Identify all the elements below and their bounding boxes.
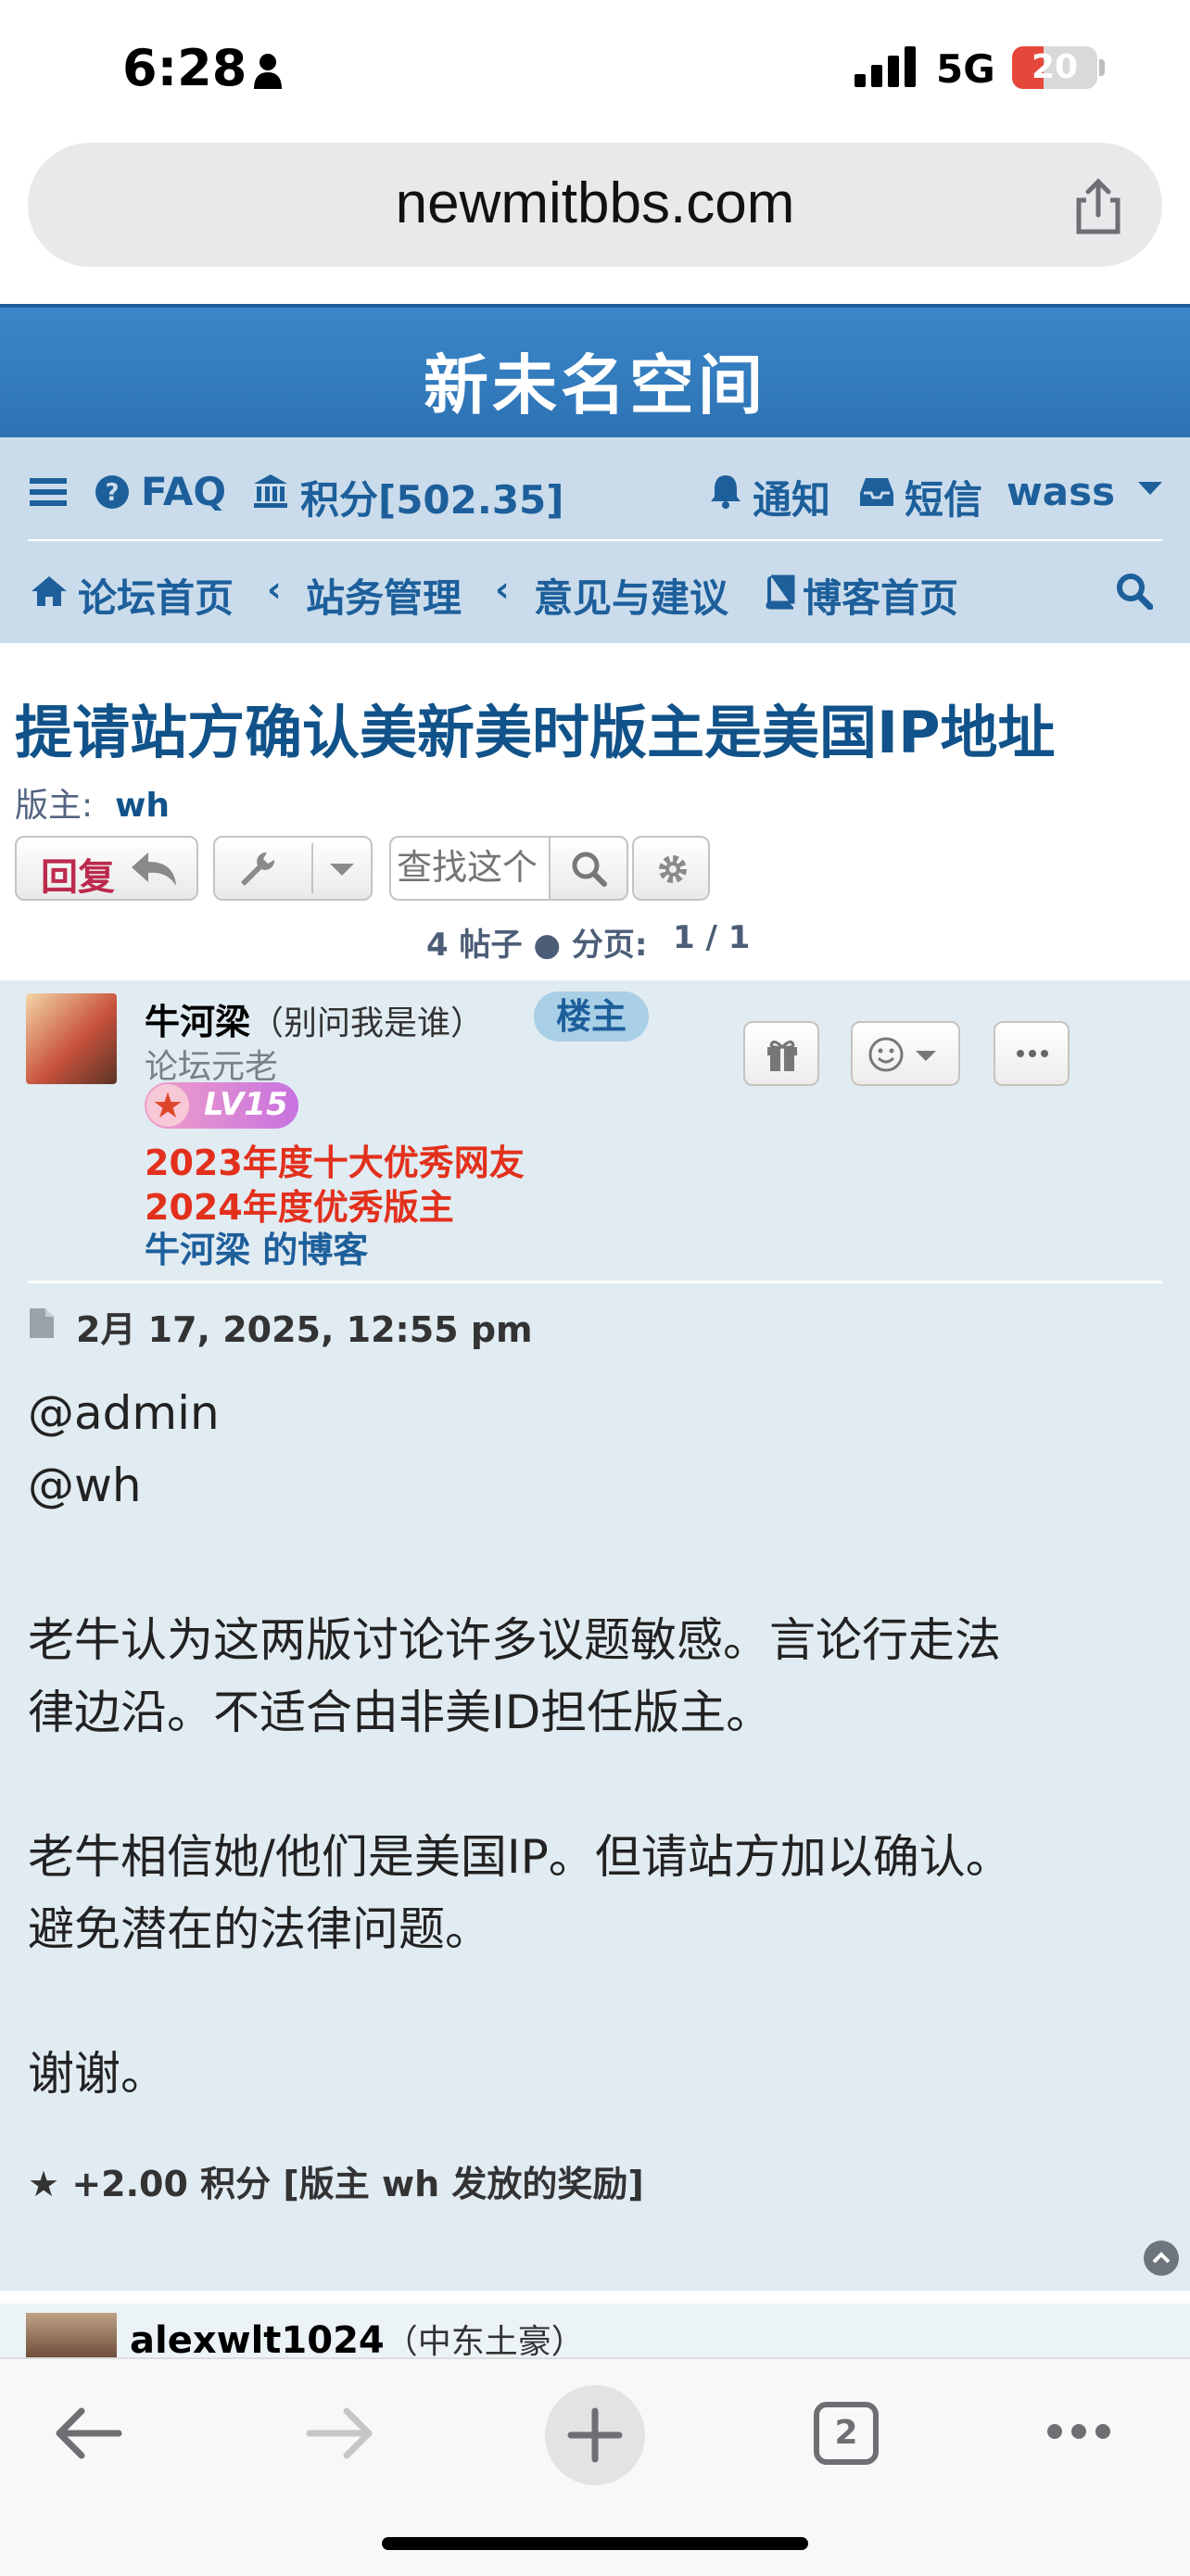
plus-icon — [567, 2407, 623, 2463]
url-text: newmitbbs.com — [395, 171, 795, 235]
status-time: 6:28 — [122, 39, 247, 97]
author-note: （中东土豪） — [384, 2323, 585, 2361]
new-tab-button[interactable] — [545, 2385, 645, 2485]
wrench-icon — [241, 852, 275, 886]
post-line: 老牛相信她/他们是美国IP。但请站方加以确认。 — [28, 1830, 1012, 1884]
bell-icon — [711, 475, 741, 509]
gear-icon — [659, 855, 687, 883]
moderators: 版主: wh — [15, 778, 170, 827]
breadcrumb-feedback[interactable]: 意见与建议 — [534, 567, 728, 624]
topic-search-field[interactable] — [389, 836, 554, 901]
topic-title[interactable]: 提请站方确认美新美时版主是美国IP地址 — [15, 686, 1056, 769]
caret-down-icon — [330, 864, 354, 876]
back-to-top-button[interactable] — [1144, 2241, 1179, 2276]
points-link[interactable]: 积分[502.35] — [300, 469, 563, 525]
gift-button[interactable] — [743, 1021, 819, 1086]
post-line: 谢谢。 — [28, 2047, 167, 2101]
post-count: 4 帖子 ● 分页: — [426, 927, 648, 964]
battery-percent: 20 — [1031, 48, 1079, 86]
op-badge: 楼主 — [534, 991, 649, 1042]
search-icon[interactable] — [1116, 573, 1153, 610]
chevron-up-icon — [1152, 2252, 1171, 2264]
advanced-search-button[interactable] — [632, 836, 710, 901]
author-blog-link[interactable]: 牛河梁 的博客 — [145, 1221, 368, 1272]
topic-tools-button[interactable] — [213, 836, 373, 901]
avatar[interactable] — [26, 2313, 117, 2359]
author-note: （别问我是谁） — [250, 1004, 485, 1042]
home-indicator — [382, 2537, 808, 2550]
chevron-left-icon: ‹ — [267, 569, 282, 610]
address-bar[interactable]: newmitbbs.com — [28, 143, 1162, 267]
site-header: 新未名空间 — [0, 304, 1190, 441]
blog-home-link[interactable]: 博客首页 — [803, 567, 958, 624]
reactions-button[interactable] — [851, 1021, 960, 1086]
svg-text:?: ? — [105, 479, 119, 507]
reply-arrow-icon — [132, 852, 176, 886]
topic-search-button[interactable] — [549, 836, 628, 901]
caret-down-icon[interactable] — [1138, 482, 1162, 497]
back-icon[interactable] — [52, 2406, 122, 2461]
battery-icon: 20 — [1012, 46, 1097, 89]
author-link[interactable]: alexwlt1024 — [130, 2319, 385, 2362]
nav-bar: ? FAQ 积分[502.35] 通知 短信 wass 论坛首页 ‹ 站务管理 … — [0, 437, 1190, 643]
signal-bars-icon — [855, 46, 916, 87]
smiley-icon — [868, 1037, 904, 1072]
chevron-left-icon: ‹ — [495, 569, 510, 610]
award-2023: 2023年度十大优秀网友 — [145, 1143, 525, 1183]
book-icon — [766, 575, 795, 610]
breadcrumb-forum-home[interactable]: 论坛首页 — [78, 567, 234, 624]
button-divider — [311, 843, 313, 893]
faq-link[interactable]: FAQ — [141, 469, 226, 514]
breadcrumb-site-admin[interactable]: 站务管理 — [306, 567, 462, 624]
page-label: 分页: — [571, 927, 648, 964]
level-badge: ★ LV15 — [145, 1082, 298, 1129]
avatar[interactable] — [26, 993, 117, 1084]
gift-icon — [767, 1041, 797, 1071]
level-text: LV15 — [204, 1086, 288, 1123]
reward-text: +2.00 积分 [版主 wh 发放的奖励] — [71, 2164, 644, 2204]
user-rank: 论坛元老 — [145, 1048, 279, 1086]
post-author: 牛河梁（别问我是谁） — [145, 993, 484, 1044]
inbox-icon — [860, 478, 893, 506]
post-divider — [28, 1281, 1162, 1283]
post-line: @admin — [28, 1386, 220, 1440]
network-type: 5G — [936, 46, 995, 92]
post-line: 律边沿。不适合由非美ID担任版主。 — [28, 1686, 773, 1739]
menu-icon[interactable] — [30, 476, 67, 508]
username-menu[interactable]: wass — [1006, 469, 1115, 514]
bank-icon — [254, 474, 287, 508]
messages-link[interactable]: 短信 — [905, 469, 982, 525]
forward-icon[interactable] — [306, 2406, 376, 2461]
site-title[interactable]: 新未名空间 — [0, 334, 1190, 427]
post-line: 避免潜在的法律问题。 — [28, 1902, 491, 1956]
more-options-button[interactable] — [994, 1021, 1070, 1086]
post-author: alexwlt1024（中东土豪） — [130, 2315, 585, 2363]
help-icon: ? — [95, 475, 129, 509]
battery-nub — [1099, 59, 1105, 76]
reply-label: 回复 — [41, 856, 115, 899]
caret-down-icon — [916, 1051, 936, 1061]
notifications-link[interactable]: 通知 — [753, 469, 830, 525]
nav-divider — [28, 539, 1162, 541]
star-icon: ★ — [146, 1084, 189, 1127]
ellipsis-icon — [1017, 1050, 1048, 1057]
person-icon — [254, 54, 282, 89]
home-icon — [32, 576, 67, 606]
reply-button[interactable]: 回复 — [15, 836, 198, 901]
post-line: 老牛认为这两版讨论许多议题敏感。言论行走法 — [28, 1613, 1001, 1667]
search-icon — [572, 852, 607, 887]
star-icon: ★ — [28, 2164, 60, 2204]
reward-line: ★ +2.00 积分 [版主 wh 发放的奖励] — [28, 2155, 644, 2206]
share-icon[interactable] — [1066, 174, 1131, 239]
post-line: @wh — [28, 1458, 142, 1512]
moderator-link[interactable]: wh — [115, 787, 170, 825]
post-date: 2月 17, 2025, 12:55 pm — [76, 1309, 533, 1350]
author-link[interactable]: 牛河梁 — [145, 1002, 250, 1042]
file-icon[interactable] — [30, 1308, 54, 1338]
topic-search-input[interactable] — [391, 838, 554, 897]
more-icon[interactable] — [1045, 2422, 1112, 2441]
page-number[interactable]: 1 / 1 — [673, 919, 750, 956]
moderators-label: 版主: — [15, 787, 94, 825]
tabs-button[interactable]: 2 — [814, 2402, 879, 2465]
